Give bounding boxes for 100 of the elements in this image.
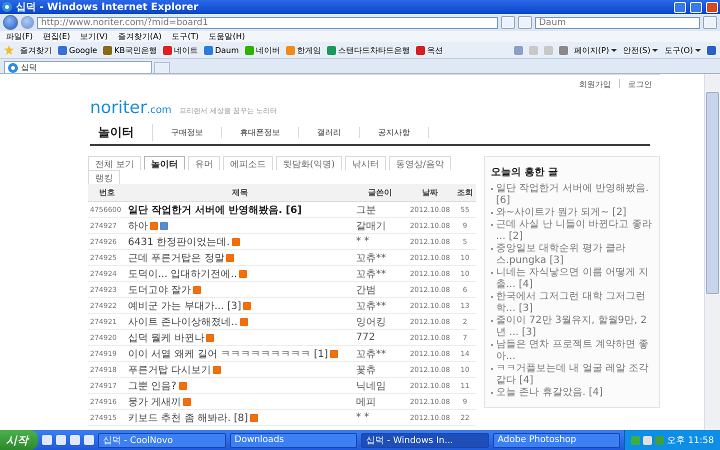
- menu-item[interactable]: 도움말(H): [208, 31, 245, 42]
- favorite-link[interactable]: 스탠다드차타드은행: [338, 44, 410, 56]
- column-header: 제목: [126, 184, 354, 202]
- post-title-link[interactable]: 예비군 가는 부대가... [3]: [128, 298, 242, 312]
- post-title-link[interactable]: 그뿐 인음?: [128, 378, 176, 392]
- post-title-link[interactable]: 푸른거탑 다시보기: [128, 362, 212, 376]
- board-tab[interactable]: 랭킹: [88, 170, 120, 184]
- hot-post-link[interactable]: 와~사이트가 뭔가 되게~ [2]: [496, 207, 626, 219]
- post-writer: * *: [354, 234, 406, 250]
- stop-button[interactable]: [518, 16, 532, 29]
- nav-link[interactable]: 구매정보: [153, 127, 222, 138]
- post-title-link[interactable]: 사이트 존나이상해졌네..: [128, 314, 238, 328]
- board-tab[interactable]: 낚시터: [344, 156, 386, 170]
- post-title-link[interactable]: 하아: [128, 218, 148, 232]
- nav-link[interactable]: 휴대폰정보: [222, 127, 299, 138]
- post-writer: 닉네임: [354, 378, 406, 394]
- caret-icon: [695, 48, 701, 52]
- hot-post-link[interactable]: 오늘 존나 휴갈았음. [4]: [496, 387, 603, 399]
- board-tab[interactable]: 에피소드: [222, 156, 273, 170]
- hot-post-link[interactable]: 근데 사실 난 니들이 바뀐다고 좋라 ... [2]: [496, 219, 653, 243]
- favorite-link[interactable]: 네이버: [256, 44, 280, 56]
- window-title: 십덕 - Windows Internet Explorer: [16, 1, 200, 14]
- post-writer: 꽃츄: [354, 362, 406, 378]
- hot-post-link[interactable]: 남들은 면차 프로젝트 계약하면 좋아...: [496, 339, 653, 363]
- address-field[interactable]: http://www.noriter.com/?mid=board1: [37, 16, 498, 28]
- post-writer: 772: [354, 330, 406, 346]
- post-writer: 메피: [354, 394, 406, 410]
- board-tab[interactable]: 놀이터: [144, 156, 185, 170]
- post-title-link[interactable]: 키보드 추천 좀 해봐라. [8]: [128, 410, 248, 424]
- maximize-button[interactable]: [690, 2, 702, 12]
- menu-item[interactable]: 편집(E): [42, 31, 70, 42]
- caret-icon: [652, 48, 658, 52]
- refresh-button[interactable]: [501, 16, 515, 29]
- favorite-link[interactable]: 옥션: [426, 44, 443, 56]
- hot-post-link[interactable]: 니네는 자식낳으면 이름 어떻게 지출... [4]: [496, 267, 653, 291]
- minimize-button[interactable]: [674, 2, 686, 12]
- taskbar-button[interactable]: Adobe Photoshop: [492, 432, 620, 448]
- post-writer: * *: [354, 410, 406, 426]
- taskbar-button[interactable]: 십덕 - Windows In...: [361, 432, 489, 448]
- post-writer: 꼬츄**: [354, 298, 406, 314]
- board-tab[interactable]: 유머: [188, 156, 220, 170]
- board-tab[interactable]: 뒷담화(익명): [276, 156, 342, 170]
- site-logo[interactable]: noriter.com: [90, 98, 172, 118]
- menu-item[interactable]: 보기(V): [80, 31, 108, 42]
- back-button[interactable]: [3, 15, 18, 30]
- browser-icon: [2, 2, 12, 12]
- post-title-link[interactable]: 6431 한정판이었는데.: [128, 234, 230, 248]
- taskbar-button[interactable]: 십덕 - CoolNovo: [98, 432, 226, 448]
- favorite-link[interactable]: 한게임: [296, 44, 321, 56]
- search-button[interactable]: [703, 16, 717, 29]
- board-tab[interactable]: 전체 보기: [88, 156, 141, 170]
- panel-title: 오늘의 흥한 글: [491, 166, 559, 179]
- post-writer: 갈매기: [354, 218, 406, 234]
- close-button[interactable]: [706, 2, 718, 12]
- menu-item[interactable]: 파일(F): [6, 31, 33, 42]
- search-field[interactable]: Daum: [535, 16, 700, 28]
- post-title-link[interactable]: 뭉가 게새끼: [128, 394, 182, 408]
- taskbar-button[interactable]: Downloads: [230, 432, 358, 448]
- post-title-link[interactable]: 십덕 뭘케 바뀐나: [128, 330, 204, 344]
- favorite-link[interactable]: Google: [69, 46, 98, 54]
- hot-post-link[interactable]: 한국에서 그저그런 대학 그저그런 학... [3]: [496, 291, 653, 315]
- post-writer: 간범: [354, 282, 406, 298]
- nav-link[interactable]: 갤러리: [299, 127, 360, 138]
- hot-post-link[interactable]: 중앙일보 대학순위 평가 클라스.pungka [3]: [496, 243, 653, 267]
- menu-item[interactable]: 도구(T): [172, 31, 199, 42]
- forward-button[interactable]: [21, 16, 34, 29]
- hot-post-link[interactable]: 줄이이 72만 3월유지, 할월9만, 2년 ... [3]: [496, 315, 653, 339]
- post-title-link[interactable]: 이이 서열 왜케 길어 ㅋㅋㅋㅋㅋㅋㅋㅋㅋ [1]: [128, 346, 328, 360]
- toolbar-menu[interactable]: 안전(S): [623, 44, 658, 56]
- favorite-link[interactable]: Daum: [214, 46, 239, 54]
- top-link[interactable]: 회원가입: [579, 79, 611, 90]
- toolbar-menu[interactable]: 도구(O): [664, 44, 701, 56]
- nav-link[interactable]: 공지사항: [360, 127, 429, 138]
- hot-post-link[interactable]: 일단 작업한거 서버에 반영해봤음. [6]: [496, 183, 653, 207]
- favorite-link[interactable]: KB국민은행: [114, 44, 157, 56]
- post-writer: 꼬츄**: [354, 266, 406, 282]
- post-title-link[interactable]: 도더고야 잘가: [128, 282, 192, 296]
- nav-link[interactable]: 놀이터: [90, 124, 153, 141]
- clock: 오후 11:58: [667, 434, 714, 446]
- favorites-button[interactable]: 즐겨찾기: [20, 44, 52, 56]
- new-tab-button[interactable]: [154, 62, 170, 73]
- caret-icon: [611, 48, 618, 52]
- start-button[interactable]: 시작: [0, 430, 38, 450]
- scrollbar[interactable]: [704, 74, 720, 430]
- column-header: 번호: [88, 184, 126, 202]
- post-writer: 그분: [354, 202, 406, 218]
- hot-post-link[interactable]: ㅋㅋ거플보는데 내 얼굴 레알 조각같다 [4]: [496, 363, 653, 387]
- browser-icon: [8, 62, 18, 72]
- toolbar-menu[interactable]: 페이지(P): [574, 44, 618, 56]
- post-writer: 꼬츄**: [354, 346, 406, 362]
- favorite-link[interactable]: 네이트: [174, 44, 198, 56]
- post-title-link[interactable]: 근데 푸른거탑은 정말: [128, 250, 224, 264]
- column-header: 글쓴이: [354, 184, 406, 202]
- board-tab[interactable]: 동영상/음악: [388, 156, 451, 170]
- menu-item[interactable]: 즐겨찾기(A): [118, 31, 162, 42]
- post-title-link[interactable]: 일단 작업한거 서버에 반영해봤음. [6]: [128, 202, 302, 216]
- column-header: 날짜: [406, 184, 454, 202]
- top-link[interactable]: 로그인: [628, 79, 652, 90]
- browser-tab[interactable]: 십덕: [4, 61, 152, 73]
- post-title-link[interactable]: 도덕이... 입대하기전에..: [128, 266, 238, 280]
